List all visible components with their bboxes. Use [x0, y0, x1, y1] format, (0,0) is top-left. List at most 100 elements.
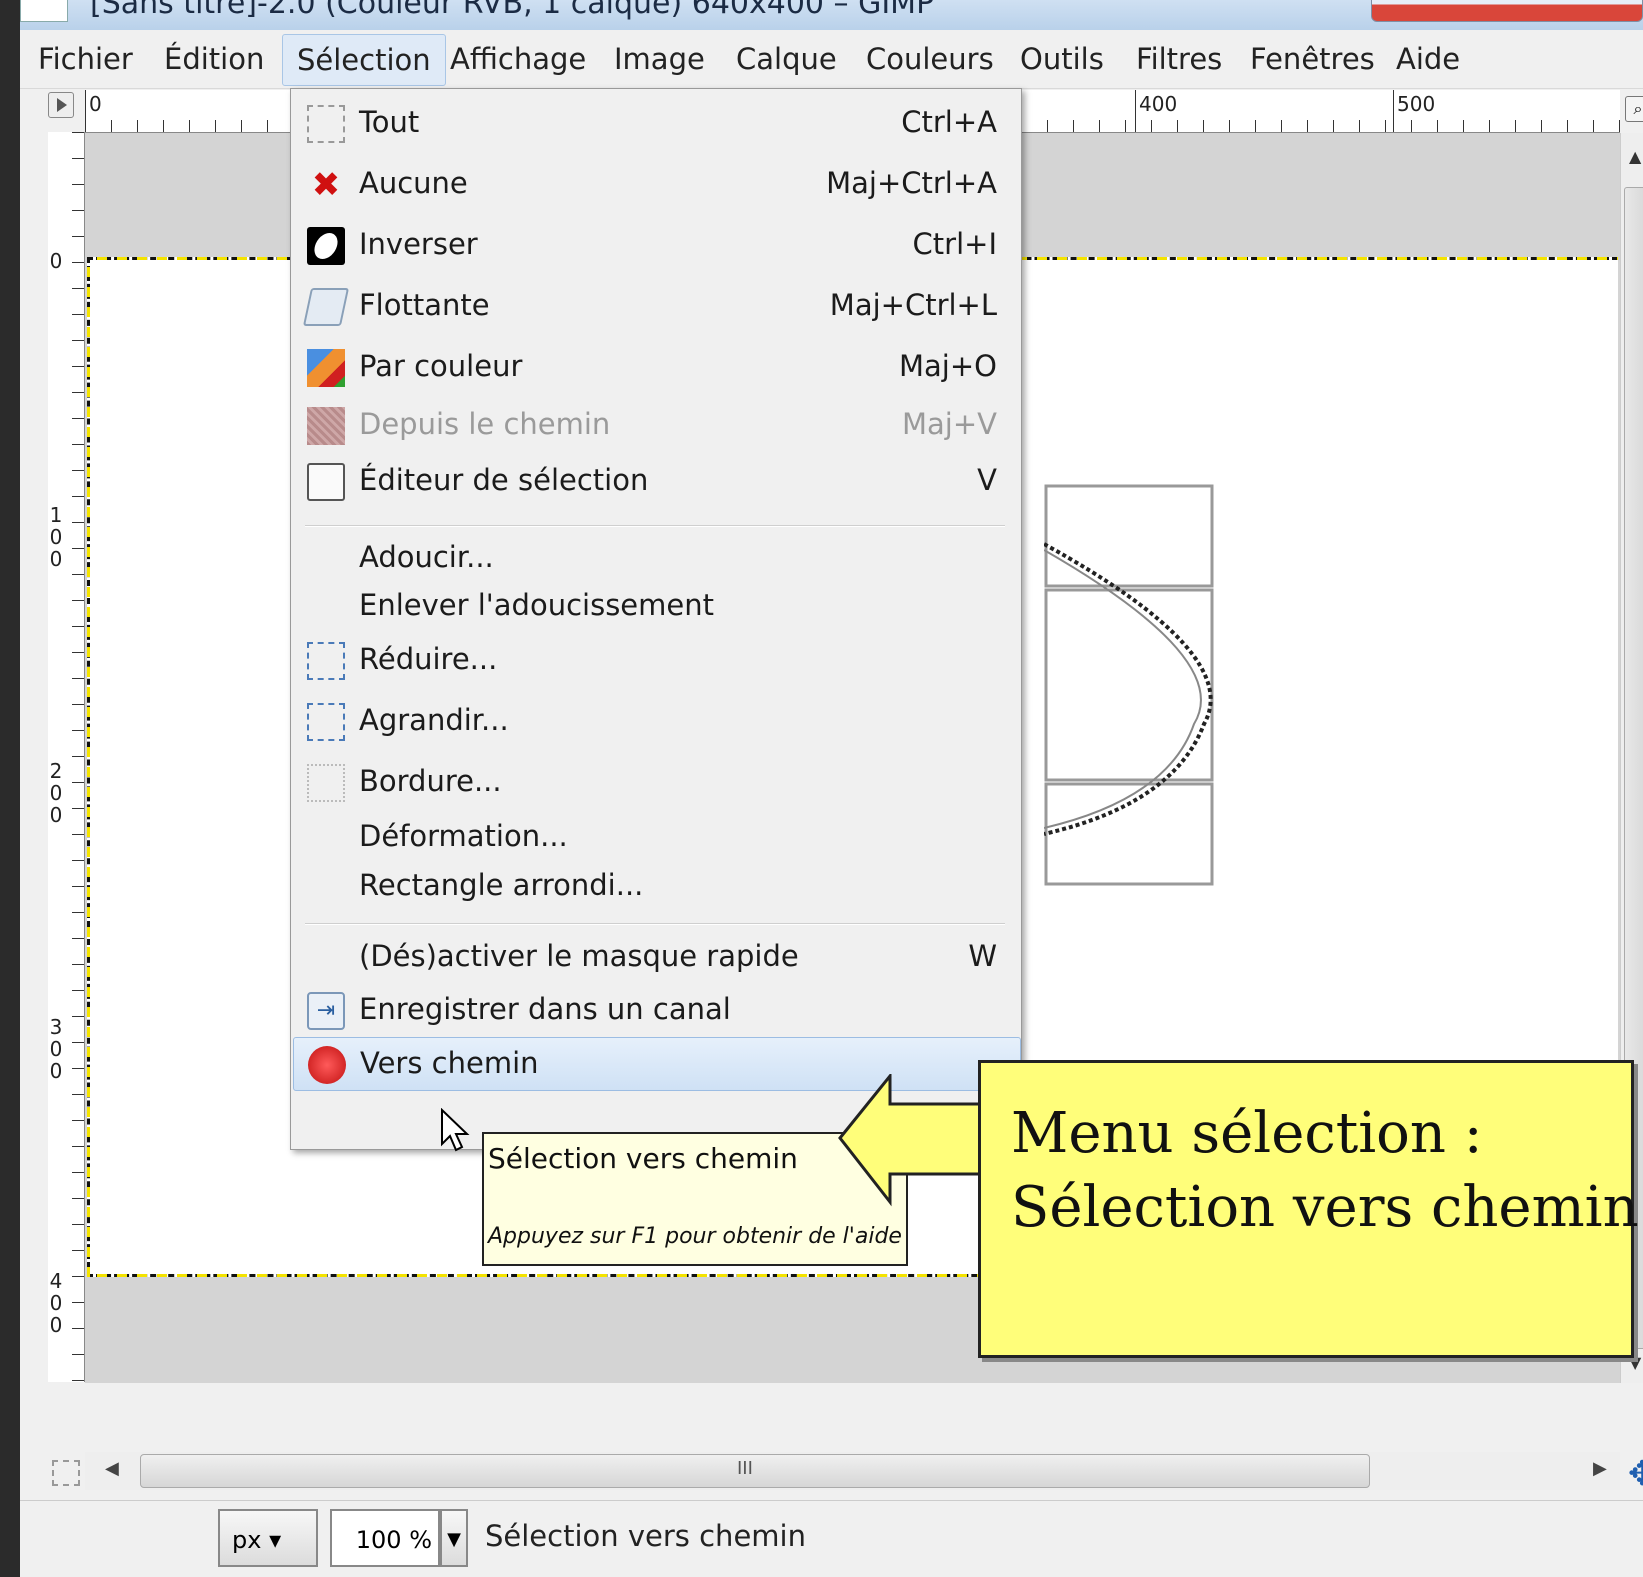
- menu-item-flottante[interactable]: Flottante Maj+Ctrl+L: [293, 280, 1019, 332]
- menu-item-editeur-de-selection[interactable]: Éditeur de sélection V: [293, 455, 1019, 507]
- vruler-label-200: 200: [49, 759, 63, 827]
- menu-item-aucune[interactable]: ✖ Aucune Maj+Ctrl+A: [293, 158, 1019, 210]
- tooltip-title: Sélection vers chemin: [488, 1142, 798, 1175]
- invert-icon: [307, 227, 345, 265]
- navigate-icon[interactable]: ✥: [1628, 1454, 1643, 1494]
- menu-item-label: Par couleur: [359, 349, 523, 383]
- menu-separator: [305, 525, 1005, 527]
- menu-calque[interactable]: Calque: [732, 42, 841, 76]
- menu-image[interactable]: Image: [610, 42, 709, 76]
- menu-item-tout[interactable]: Tout Ctrl+A: [293, 97, 1019, 149]
- menu-item-label: Aucune: [359, 166, 468, 200]
- callout-text: Menu sélection : Sélection vers chemin: [1011, 1097, 1639, 1245]
- menu-filtres[interactable]: Filtres: [1132, 42, 1226, 76]
- callout-arrow: [838, 1074, 988, 1207]
- grow-icon: [307, 703, 345, 741]
- menu-aide[interactable]: Aide: [1392, 42, 1464, 76]
- vruler-label-300: 300: [49, 1015, 63, 1083]
- selection-boundary-left: [87, 257, 90, 1277]
- menu-item-label: Déformation...: [359, 819, 568, 853]
- float-icon: [302, 288, 350, 326]
- horizontal-scroll-thumb[interactable]: [140, 1454, 1370, 1488]
- scroll-grip-icon: III: [737, 1458, 753, 1479]
- menu-item-label: Enlever l'adoucissement: [359, 588, 714, 622]
- menu-bar: Fichier Édition Sélection Affichage Imag…: [20, 32, 1643, 89]
- menu-item-agrandir[interactable]: Agrandir...: [293, 695, 1019, 747]
- shrink-icon: [307, 642, 345, 680]
- menu-item-accel: Ctrl+I: [912, 227, 997, 261]
- menu-item-label: Flottante: [359, 288, 490, 322]
- from-path-icon: [307, 407, 345, 445]
- horizontal-scrollbar[interactable]: ◀ III ▶: [85, 1452, 1620, 1490]
- zoom-image-button[interactable]: ⌕: [1625, 96, 1643, 122]
- menu-item-accel: Maj+Ctrl+L: [829, 288, 997, 322]
- menu-item-enregistrer-canal[interactable]: ⇥ Enregistrer dans un canal: [293, 984, 1019, 1036]
- menu-item-label: Éditeur de sélection: [359, 463, 649, 497]
- menu-separator: [305, 923, 1005, 925]
- select-all-icon: [307, 105, 345, 143]
- unit-select[interactable]: px ▾: [218, 1509, 318, 1567]
- vruler-label-400: 400: [49, 1269, 63, 1337]
- status-bar: px ▾ 100 % ▼ Sélection vers chemin: [20, 1500, 1643, 1577]
- zoom-dropdown-icon[interactable]: ▼: [440, 1509, 468, 1567]
- quick-mask-toggle-icon[interactable]: [52, 1460, 80, 1486]
- ruler-menu-button[interactable]: [48, 92, 74, 118]
- menu-item-label: Rectangle arrondi...: [359, 868, 644, 902]
- ruler-label-0: 0: [89, 92, 102, 116]
- menu-item-label: Depuis le chemin: [359, 407, 611, 441]
- callout-line-1: Menu sélection :: [1011, 1101, 1483, 1166]
- menu-fenetres[interactable]: Fenêtres: [1246, 42, 1379, 76]
- menu-selection[interactable]: Sélection: [282, 34, 446, 86]
- menu-item-depuis-le-chemin: Depuis le chemin Maj+V: [293, 399, 1019, 451]
- selection-menu: Tout Ctrl+A ✖ Aucune Maj+Ctrl+A Inverser…: [290, 88, 1022, 1150]
- vruler-label-0: 0: [49, 249, 63, 273]
- unit-value: px: [232, 1526, 262, 1554]
- menu-affichage[interactable]: Affichage: [446, 42, 590, 76]
- zoom-input[interactable]: 100 %: [330, 1509, 440, 1567]
- tooltip-hint: Appuyez sur F1 pour obtenir de l'aide: [488, 1224, 902, 1249]
- menu-item-accel: Maj+O: [899, 349, 997, 383]
- status-message: Sélection vers chemin: [485, 1519, 806, 1553]
- menu-item-accel: Maj+Ctrl+A: [826, 166, 997, 200]
- menu-item-deformation[interactable]: Déformation...: [293, 811, 1019, 863]
- menu-item-label: Tout: [359, 105, 420, 139]
- menu-item-accel: Ctrl+A: [901, 105, 997, 139]
- scroll-up-icon[interactable]: ▲: [1629, 147, 1641, 166]
- scroll-right-icon[interactable]: ▶: [1593, 1458, 1607, 1479]
- menu-outils[interactable]: Outils: [1016, 42, 1108, 76]
- menu-item-label: Réduire...: [359, 642, 498, 676]
- menu-item-rectangle-arrondi[interactable]: Rectangle arrondi...: [293, 860, 1019, 912]
- save-channel-icon: ⇥: [307, 992, 345, 1030]
- window-title: [Sans titre]-2.0 (Couleur RVB, 1 calque)…: [90, 0, 935, 21]
- scroll-left-icon[interactable]: ◀: [105, 1458, 119, 1479]
- callout-line-2: Sélection vers chemin: [1011, 1175, 1639, 1240]
- menu-item-label: Enregistrer dans un canal: [359, 992, 731, 1026]
- menu-item-adoucir[interactable]: Adoucir...: [293, 532, 1019, 584]
- menu-item-label: Inverser: [359, 227, 478, 261]
- menu-item-accel: V: [977, 463, 997, 497]
- by-color-icon: [307, 349, 345, 387]
- vertical-ruler[interactable]: 0 100 200 300 400: [48, 132, 85, 1382]
- menu-item-bordure[interactable]: Bordure...: [293, 756, 1019, 808]
- window-controls[interactable]: [1371, 0, 1643, 22]
- menu-item-masque-rapide[interactable]: (Dés)activer le masque rapide W: [293, 931, 1019, 983]
- selection-shape-outline: [1044, 484, 1214, 886]
- annotation-callout: Menu sélection : Sélection vers chemin: [978, 1060, 1639, 1358]
- menu-item-enlever-adoucissement[interactable]: Enlever l'adoucissement: [293, 580, 1019, 632]
- mouse-pointer-icon: [441, 1108, 470, 1152]
- menu-couleurs[interactable]: Couleurs: [862, 42, 998, 76]
- ruler-label-500: 500: [1397, 92, 1436, 116]
- border-icon: [307, 764, 345, 802]
- menu-edition[interactable]: Édition: [160, 42, 268, 76]
- title-bar: [Sans titre]-2.0 (Couleur RVB, 1 calque)…: [20, 0, 1643, 30]
- vruler-label-100: 100: [49, 503, 63, 571]
- menu-item-label: Bordure...: [359, 764, 502, 798]
- menu-item-inverser[interactable]: Inverser Ctrl+I: [293, 219, 1019, 271]
- app-icon: [20, 0, 68, 22]
- menu-item-accel: Maj+V: [902, 407, 997, 441]
- menu-item-reduire[interactable]: Réduire...: [293, 634, 1019, 686]
- menu-fichier[interactable]: Fichier: [34, 42, 137, 76]
- menu-item-par-couleur[interactable]: Par couleur Maj+O: [293, 341, 1019, 393]
- select-none-icon: ✖: [311, 165, 341, 205]
- menu-item-label: Adoucir...: [359, 540, 494, 574]
